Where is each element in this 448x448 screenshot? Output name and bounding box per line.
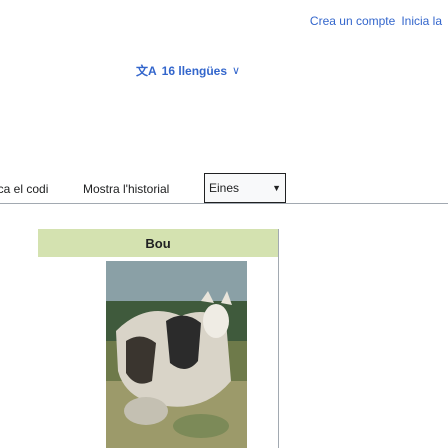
translate-icon: 文A (136, 64, 157, 78)
tools-dropdown[interactable]: Eines ▼ (204, 173, 286, 203)
tab-view-source[interactable]: ica el codi (0, 182, 48, 196)
tools-dropdown-label: Eines (209, 181, 240, 195)
tabs-divider (0, 203, 448, 204)
cattle-photo[interactable] (106, 261, 247, 448)
language-count-label: 16 llengües (161, 63, 228, 78)
chevron-down-icon: ∨ (232, 65, 241, 77)
language-button[interactable]: 文A 16 llengües ∨ (136, 62, 240, 79)
personal-tools: Crea un compte Inicia la (310, 14, 442, 28)
create-account-link[interactable]: Crea un compte (310, 14, 395, 28)
infobox: Bou (38, 229, 279, 448)
infobox-title: Bou (38, 229, 278, 257)
login-link[interactable]: Inicia la (401, 14, 442, 28)
tab-history[interactable]: Mostra l'historial (83, 182, 169, 196)
chevron-down-icon: ▼ (272, 183, 281, 193)
